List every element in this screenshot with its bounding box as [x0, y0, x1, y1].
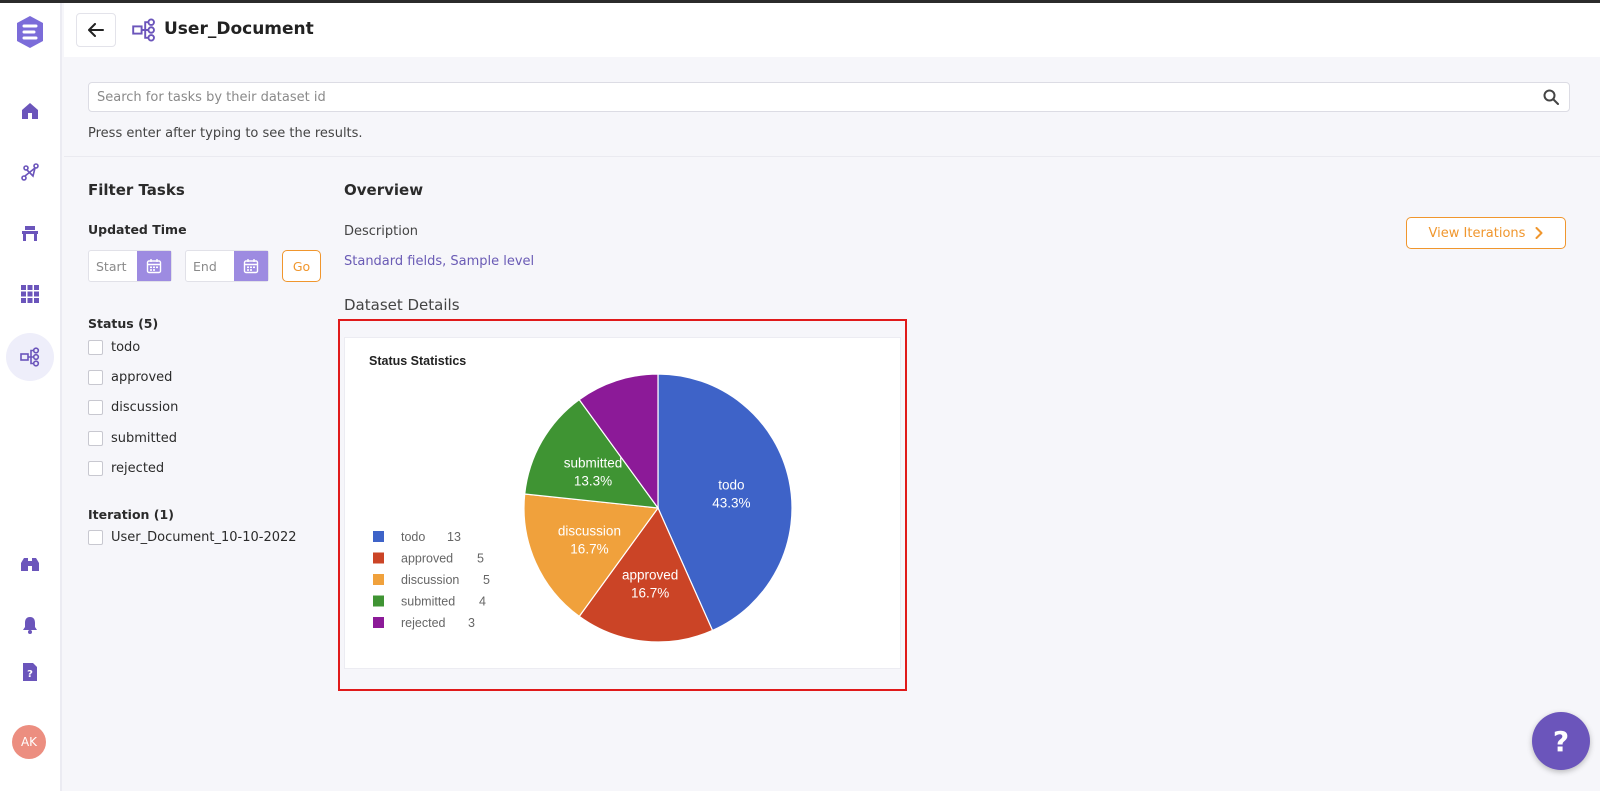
- calendar-icon: [146, 259, 162, 274]
- legend-value: 4: [479, 595, 486, 609]
- start-date-input[interactable]: [89, 251, 137, 281]
- view-iterations-button[interactable]: View Iterations: [1406, 217, 1566, 249]
- checkbox[interactable]: [88, 399, 103, 415]
- slice-label-percent: 16.7%: [570, 542, 608, 557]
- slice-label-percent: 43.3%: [712, 495, 750, 510]
- legend-swatch-todo[interactable]: [373, 531, 384, 542]
- page-header: User_Document: [64, 3, 1600, 57]
- slice-label-percent: 16.7%: [631, 586, 669, 601]
- slice-label-percent: 13.3%: [574, 473, 612, 488]
- search-box: [88, 82, 1570, 112]
- page-title: User_Document: [164, 19, 314, 39]
- legend-value: 5: [483, 573, 490, 587]
- status-filter-submitted[interactable]: submitted: [88, 428, 177, 448]
- svg-text:?: ?: [27, 669, 33, 680]
- checkbox[interactable]: [88, 460, 103, 476]
- go-button[interactable]: Go: [282, 250, 321, 282]
- checkbox-label: todo: [111, 339, 141, 355]
- legend-swatch-rejected[interactable]: [373, 617, 384, 628]
- legend-value: 3: [468, 616, 475, 630]
- help-button[interactable]: ?: [1532, 712, 1590, 770]
- start-calendar-button[interactable]: [137, 251, 171, 281]
- start-date-picker: [88, 250, 172, 282]
- iteration-filter-heading: Iteration (1): [88, 507, 174, 522]
- user-avatar[interactable]: AK: [12, 725, 46, 759]
- end-date-input[interactable]: [186, 251, 234, 281]
- search-input[interactable]: [97, 87, 1517, 107]
- search-hint: Press enter after typing to see the resu…: [88, 126, 363, 141]
- app-logo-icon[interactable]: [13, 15, 47, 49]
- checkbox-label: approved: [111, 369, 173, 385]
- legend-swatch-discussion[interactable]: [373, 574, 384, 585]
- status-filter-heading: Status (5): [88, 316, 159, 331]
- legend-label[interactable]: approved: [401, 552, 453, 566]
- checkbox[interactable]: [88, 369, 103, 385]
- legend-swatch-approved[interactable]: [373, 552, 384, 564]
- status-filter-discussion[interactable]: discussion: [88, 397, 178, 417]
- checkbox-label: rejected: [111, 460, 165, 476]
- chart-title: Status Statistics: [369, 354, 466, 368]
- updated-time-label: Updated Time: [88, 222, 187, 237]
- dataset-details-heading: Dataset Details: [344, 296, 460, 314]
- legend-label[interactable]: todo: [401, 530, 425, 544]
- legend-label[interactable]: rejected: [401, 616, 446, 630]
- workflow-icon[interactable]: [13, 155, 47, 189]
- apps-grid-icon[interactable]: [13, 277, 47, 311]
- binoculars-icon[interactable]: [13, 548, 47, 582]
- end-calendar-button[interactable]: [234, 251, 268, 281]
- chevron-right-icon: [1535, 227, 1543, 239]
- legend-label[interactable]: discussion: [401, 573, 459, 587]
- description-value: Standard fields, Sample level: [344, 254, 535, 269]
- checkbox[interactable]: [88, 529, 103, 545]
- status-filter-todo[interactable]: todo: [88, 337, 140, 357]
- checkbox[interactable]: [88, 339, 103, 355]
- legend-value: 13: [447, 530, 461, 544]
- description-label: Description: [344, 224, 419, 239]
- arrow-left-icon: [88, 23, 104, 37]
- calendar-icon: [243, 259, 259, 274]
- status-statistics-card: Status Statistics todo 43.3% approved 16.7%…: [344, 337, 901, 669]
- checkbox-label: submitted: [111, 430, 177, 446]
- status-pie-chart: Status Statistics todo 43.3% approved 16.7%…: [369, 354, 793, 643]
- status-filter-rejected[interactable]: rejected: [88, 458, 164, 478]
- search-icon[interactable]: [1543, 89, 1559, 109]
- checkbox-label: User_Document_10-10-2022: [111, 529, 297, 545]
- home-icon[interactable]: [13, 94, 47, 128]
- legend-value: 5: [477, 552, 484, 566]
- slice-label-name: approved: [622, 568, 678, 583]
- legend-label[interactable]: submitted: [401, 595, 455, 609]
- iteration-filter-item[interactable]: User_Document_10-10-2022: [88, 527, 297, 547]
- status-filter-approved[interactable]: approved: [88, 367, 172, 387]
- overview-heading: Overview: [344, 181, 424, 199]
- back-button[interactable]: [76, 13, 116, 47]
- help-document-icon[interactable]: ?: [13, 655, 47, 689]
- workspace-desk-icon[interactable]: [13, 216, 47, 250]
- filter-tasks-heading: Filter Tasks: [88, 181, 185, 199]
- slice-label-name: submitted: [564, 455, 623, 470]
- slice-label-name: discussion: [558, 524, 621, 539]
- checkbox[interactable]: [88, 430, 103, 446]
- notification-bell-icon[interactable]: [13, 608, 47, 642]
- left-nav-rail: ? AK: [0, 3, 62, 791]
- dataset-tree-icon: [132, 18, 156, 46]
- slice-label-name: todo: [718, 477, 744, 492]
- dataset-tree-icon[interactable]: [6, 333, 54, 381]
- section-divider: [64, 156, 1600, 157]
- view-iterations-label: View Iterations: [1428, 225, 1526, 241]
- checkbox-label: discussion: [111, 399, 179, 415]
- end-date-picker: [185, 250, 269, 282]
- legend-swatch-submitted[interactable]: [373, 595, 384, 607]
